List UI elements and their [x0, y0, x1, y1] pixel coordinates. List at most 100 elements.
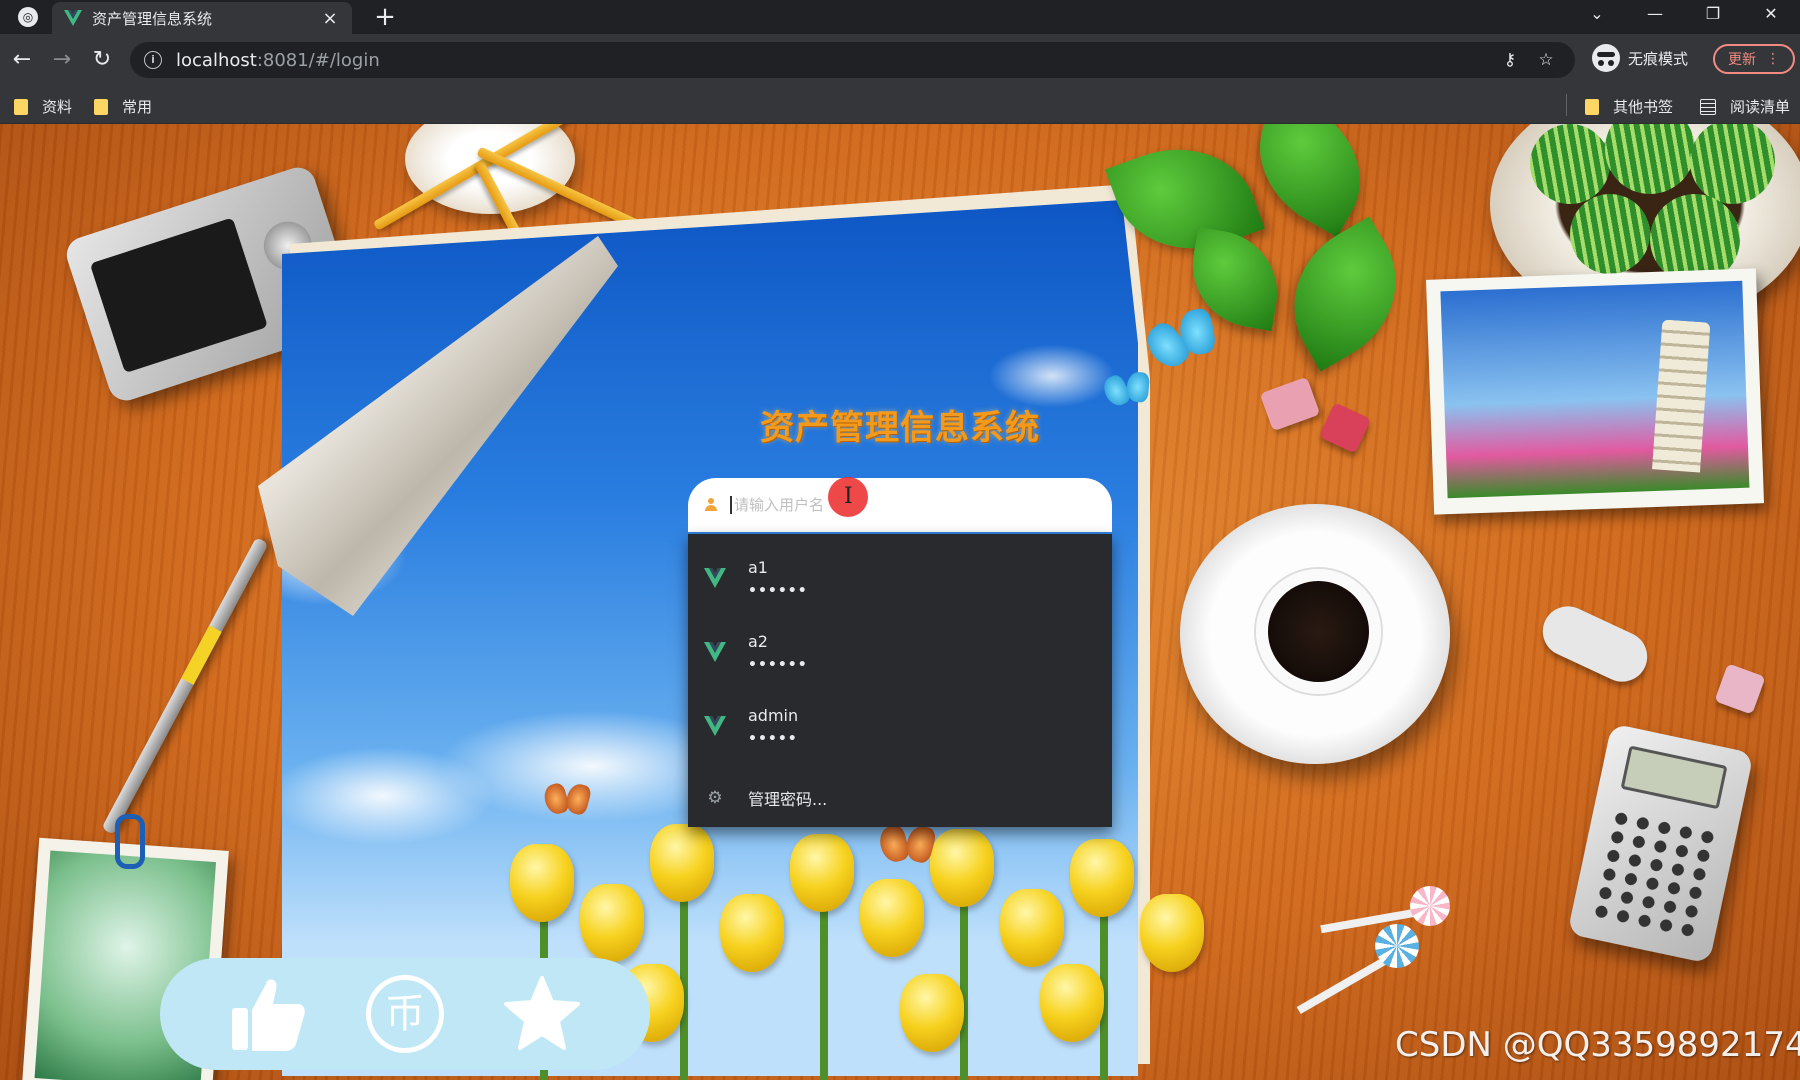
binder-clip-decoration — [115, 814, 145, 869]
user-icon — [704, 498, 718, 512]
update-label: 更新 — [1728, 52, 1756, 68]
close-window-icon[interactable]: ✕ — [1742, 0, 1800, 30]
bookmark-label: 其他书签 — [1613, 98, 1674, 116]
reading-list-icon — [1700, 98, 1716, 115]
vue-logo-icon — [704, 568, 726, 588]
tab-title: 资产管理信息系统 — [92, 9, 213, 28]
bookmark-folder-ziliao[interactable]: 资料 — [14, 96, 72, 117]
manage-passwords-item[interactable]: ⚙ 管理密码... — [688, 778, 1112, 818]
incognito-label: 无痕模式 — [1628, 49, 1689, 68]
back-arrow-icon[interactable]: ← — [4, 42, 40, 78]
autofill-username: a1 — [748, 557, 768, 577]
update-button[interactable]: 更新 ⋮ — [1713, 44, 1795, 74]
system-title: 资产管理信息系统 — [760, 408, 1040, 448]
url-text[interactable]: localhost:8081/#/login — [176, 50, 1489, 71]
autofill-password-mask: •••••• — [748, 582, 808, 599]
lollipop-decoration — [1410, 886, 1450, 926]
gear-icon: ⚙ — [707, 788, 723, 808]
tower-photo-decoration — [1425, 268, 1765, 515]
lollipop-decoration — [1375, 924, 1419, 968]
tab-close-icon[interactable]: × — [320, 8, 340, 29]
active-tab[interactable]: 资产管理信息系统 × — [52, 2, 352, 34]
calculator-decoration — [1567, 723, 1754, 964]
leaf — [1265, 216, 1425, 372]
bookmarks-separator — [1566, 94, 1567, 116]
tab-strip: ◎ 资产管理信息系统 × + ⌄ — ❐ ✕ — [0, 0, 1800, 34]
butterfly-decoration — [545, 784, 589, 814]
cactus — [1530, 124, 1610, 204]
key-icon[interactable]: ⚷ — [1495, 50, 1525, 70]
bookmark-star-icon[interactable]: ☆ — [1531, 50, 1561, 70]
butterfly-decoration — [881, 826, 934, 862]
minimize-icon[interactable]: — — [1626, 0, 1684, 30]
tulip — [900, 974, 964, 1052]
cactus — [1690, 124, 1775, 204]
username-field-wrapper[interactable] — [688, 478, 1112, 532]
bookmark-folder-changyong[interactable]: 常用 — [94, 96, 152, 117]
incognito-icon — [1592, 44, 1620, 72]
vue-logo-icon — [704, 642, 726, 662]
autofill-entry[interactable]: admin ••••• — [688, 690, 1112, 762]
autofill-username: admin — [748, 705, 799, 725]
url-host: localhost — [176, 49, 257, 71]
browser-menu-icon[interactable]: ◎ — [18, 7, 38, 27]
other-bookmarks[interactable]: 其他书签 — [1585, 96, 1673, 117]
cactus — [1605, 124, 1695, 194]
tulip — [1070, 839, 1134, 917]
favorite-button[interactable] — [499, 971, 585, 1057]
reload-icon[interactable]: ↻ — [84, 42, 120, 78]
folder-icon — [14, 98, 28, 115]
autofill-entry[interactable]: a1 •••••• — [688, 542, 1112, 614]
tulip — [930, 829, 994, 907]
autofill-username: a2 — [748, 631, 768, 651]
tag-decoration — [1259, 376, 1321, 432]
tulip — [1040, 964, 1104, 1042]
thumbs-up-icon — [232, 979, 306, 1051]
username-input[interactable] — [730, 496, 1060, 514]
pencil-cup-decoration — [405, 124, 575, 214]
autofill-password-mask: ••••• — [748, 730, 798, 747]
tulip — [720, 894, 784, 972]
csdn-action-bar: 币 — [160, 958, 650, 1070]
incognito-indicator[interactable]: 无痕模式 — [1592, 44, 1688, 72]
folder-icon — [1585, 98, 1599, 115]
new-tab-button[interactable]: + — [370, 2, 400, 32]
folder-icon — [94, 98, 108, 115]
calculator-keys — [1588, 807, 1719, 943]
vue-logo-icon — [64, 10, 82, 26]
tulip — [580, 884, 644, 962]
tulip — [860, 879, 924, 957]
bookmark-label: 常用 — [122, 98, 153, 116]
bookmarks-bar: 资料 常用 其他书签 阅读清单 — [0, 86, 1800, 124]
bookmark-label: 阅读清单 — [1730, 98, 1791, 116]
coin-icon: 币 — [365, 975, 444, 1053]
coffee-cup-decoration — [1180, 504, 1450, 764]
autofill-entry[interactable]: a2 •••••• — [688, 616, 1112, 688]
tulip — [510, 844, 574, 922]
camera-screen — [89, 217, 268, 374]
kebab-menu-icon: ⋮ — [1766, 51, 1780, 67]
tab-search-icon[interactable]: ⌄ — [1568, 0, 1626, 30]
tag-decoration — [1714, 663, 1766, 715]
star-icon — [503, 976, 580, 1050]
csdn-watermark: CSDN @QQ3359892174 — [1395, 1025, 1800, 1065]
tape-decoration — [1534, 598, 1656, 690]
like-button[interactable] — [225, 971, 311, 1057]
tag-decoration — [1318, 402, 1372, 454]
restore-icon[interactable]: ❐ — [1684, 0, 1742, 30]
cactus — [1570, 194, 1650, 274]
pen-decoration — [101, 537, 269, 835]
address-bar[interactable]: i localhost:8081/#/login ⚷ ☆ — [130, 42, 1575, 78]
forward-arrow-icon[interactable]: → — [44, 42, 80, 78]
tulip — [650, 824, 714, 902]
tulip — [1000, 889, 1064, 967]
site-info-icon[interactable]: i — [144, 51, 162, 69]
calculator-display — [1620, 745, 1728, 810]
reading-list[interactable]: 阅读清单 — [1700, 96, 1790, 117]
text-cursor-icon: I — [844, 484, 853, 509]
plant-decoration — [1100, 124, 1425, 372]
coin-reward-button[interactable]: 币 — [362, 971, 448, 1057]
vue-logo-icon — [704, 716, 726, 736]
password-autofill-dropdown: a1 •••••• a2 •••••• admin ••••• ⚙ 管理密码..… — [688, 534, 1112, 827]
tulip — [790, 834, 854, 912]
